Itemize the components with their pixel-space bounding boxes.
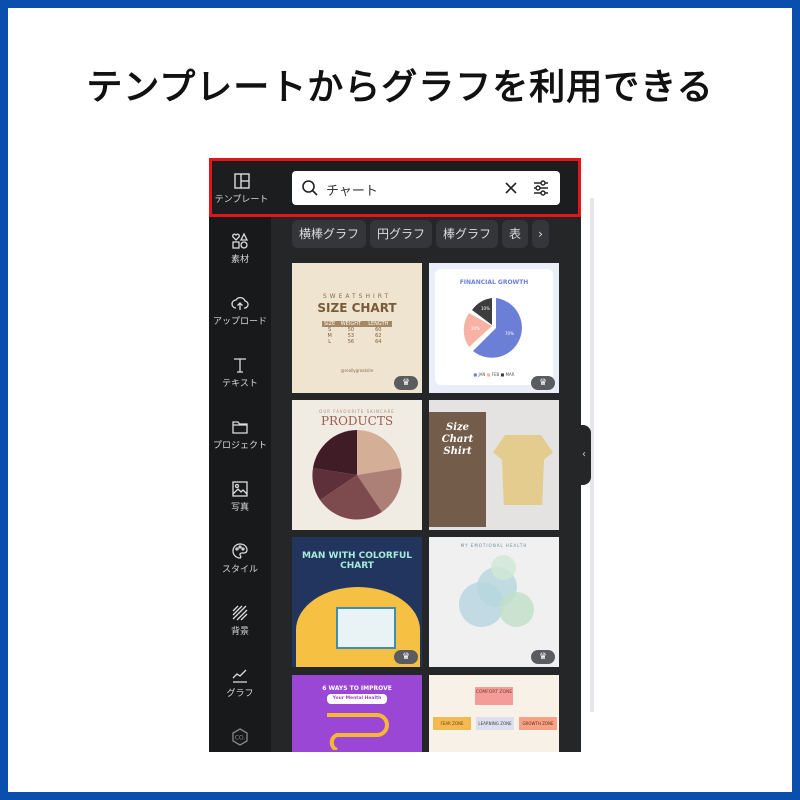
template-financial-growth[interactable]: FINANCIAL GROWTH 10% 20% 70% ■ JAN ■ FEB ■…	[429, 263, 559, 393]
tshirt-image	[493, 435, 553, 505]
template-icon	[233, 173, 250, 189]
template-mental-health[interactable]: 6 WAYS TO IMPROVE Your Mental Health	[292, 675, 422, 752]
template-man-colorful-chart[interactable]: MAN WITH COLORFUL CHART ♛	[292, 537, 422, 667]
template-size-chart-shirt[interactable]: Size Chart Shirt	[429, 400, 559, 530]
size-table: SIZE WEIGHT LENGTH S 50 60 M 53 62 L 56 64	[322, 321, 392, 345]
chips-next-button[interactable]: ›	[532, 220, 549, 248]
template-comfort-zone[interactable]: COMFORT ZONE FEAR ZONE LEARNING ZONE GRO…	[429, 675, 559, 752]
photo-icon	[232, 481, 248, 497]
sidebar-item-label: 素材	[230, 255, 249, 265]
sidebar: テンプレート 素材 アップロード テキスト プロジェクト 写真 スタイル 背景 …	[209, 158, 271, 752]
search-icon	[302, 180, 318, 196]
tile-title: 6 WAYS TO IMPROVE	[322, 685, 392, 692]
sidebar-item-brand[interactable]: CO.	[209, 728, 271, 748]
zone-label: GROWTH ZONE	[519, 717, 557, 730]
tile-title: PRODUCTS	[320, 414, 394, 428]
sidebar-item-label: スタイル	[221, 565, 258, 575]
svg-text:20%: 20%	[471, 326, 480, 331]
sidebar-item-label: テキスト	[222, 379, 258, 389]
crown-icon: ♛	[394, 376, 418, 390]
search-input[interactable]: チャート	[292, 171, 560, 205]
sidebar-item-styles[interactable]: スタイル	[209, 542, 271, 575]
pie-chart	[312, 430, 402, 520]
sidebar-item-label: 写真	[230, 503, 249, 513]
crown-icon: ♛	[394, 650, 418, 664]
chart-icon	[232, 669, 247, 683]
editor-panel: テンプレート 素材 アップロード テキスト プロジェクト 写真 スタイル 背景 …	[209, 158, 581, 752]
sidebar-item-photos[interactable]: 写真	[209, 480, 271, 513]
zone-label: LEARNING ZONE	[476, 717, 514, 730]
tile-handle: @reallygreatsite	[340, 368, 374, 373]
folder-icon	[232, 421, 248, 434]
tile-title: MY EMOTIONAL HEALTH	[460, 543, 528, 548]
chip-bar-horizontal[interactable]: 横棒グラフ	[292, 220, 367, 248]
tile-kicker: SWEATSHIRT	[322, 293, 392, 300]
sidebar-item-text[interactable]: テキスト	[209, 356, 271, 389]
tile-title: SIZE CHART	[317, 301, 397, 315]
sidebar-item-templates[interactable]: テンプレート	[212, 172, 271, 205]
background-icon	[232, 605, 248, 621]
tile-title: MAN WITH COLORFUL CHART	[301, 551, 413, 571]
collapse-panel-button[interactable]: ‹	[577, 425, 591, 485]
tile-title: FINANCIAL GROWTH	[459, 279, 529, 286]
sidebar-item-charts[interactable]: グラフ	[209, 666, 271, 699]
sidebar-item-label: プロジェクト	[212, 441, 267, 451]
sidebar-item-label: アップロード	[212, 317, 267, 327]
clear-icon[interactable]	[504, 181, 518, 195]
pie-chart: 10% 20% 70%	[463, 298, 522, 358]
tile-title: COMFORT ZONE	[475, 687, 513, 705]
sidebar-item-label: テンプレート	[214, 195, 269, 205]
template-sweatshirt-size-chart[interactable]: SWEATSHIRT SIZE CHART SIZE WEIGHT LENGTH S…	[292, 263, 422, 393]
sidebar-item-label: 背景	[230, 627, 249, 637]
brand-icon: CO.	[232, 728, 248, 746]
svg-text:70%: 70%	[505, 331, 514, 336]
search-query[interactable]: チャート	[326, 180, 378, 199]
chip-table[interactable]: 表	[502, 220, 529, 248]
chip-pie[interactable]: 円グラフ	[370, 220, 433, 248]
palette-icon	[232, 543, 248, 559]
chip-bar[interactable]: 棒グラフ	[436, 220, 499, 248]
path-illustration	[327, 713, 389, 750]
text-icon	[234, 358, 246, 373]
filter-chips: 横棒グラフ 円グラフ 棒グラフ表 ›	[292, 220, 553, 248]
tile-subtitle: Your Mental Health	[327, 694, 387, 704]
zone-label: FEAR ZONE	[433, 717, 471, 730]
sidebar-item-label: グラフ	[226, 689, 254, 699]
tile-title: Size Chart Shirt	[441, 422, 474, 457]
template-skincare-products[interactable]: OUR FAVOURITE SKINCARE PRODUCTS	[292, 400, 422, 530]
template-emotional-health[interactable]: MY EMOTIONAL HEALTH ♛	[429, 537, 559, 667]
crown-icon: ♛	[531, 376, 555, 390]
crown-icon: ♛	[531, 650, 555, 664]
svg-text:CO.: CO.	[235, 735, 246, 742]
elements-icon	[232, 232, 249, 249]
headline: テンプレートからグラフを利用できる	[86, 67, 714, 108]
sidebar-item-projects[interactable]: プロジェクト	[209, 418, 271, 451]
sidebar-item-uploads[interactable]: アップロード	[209, 294, 271, 327]
cloud-upload-icon	[231, 296, 249, 310]
sidebar-item-elements[interactable]: 素材	[209, 232, 271, 265]
svg-text:10%: 10%	[481, 306, 490, 311]
filter-icon[interactable]	[532, 179, 550, 197]
sidebar-item-background[interactable]: 背景	[209, 604, 271, 637]
